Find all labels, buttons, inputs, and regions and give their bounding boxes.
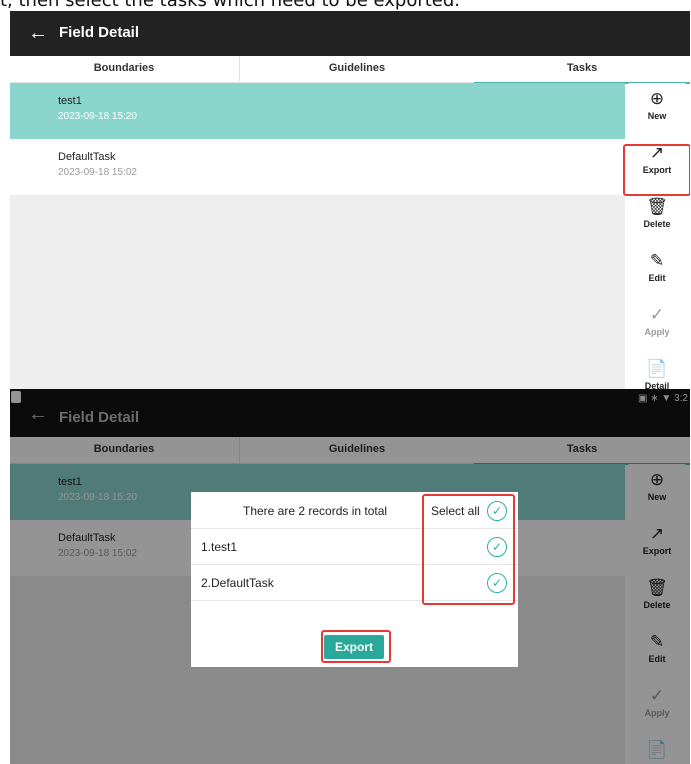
tab-tasks[interactable]: Tasks [474, 56, 690, 84]
tab-bar: Boundaries Guidelines Tasks [10, 56, 690, 84]
apply-label: Apply [644, 327, 670, 337]
list-empty-area [10, 195, 625, 389]
checkmark-icon: ✓ [649, 305, 665, 324]
instruction-caption: t, then select the tasks which need to b… [0, 0, 691, 10]
new-button[interactable]: ⊕ New [627, 83, 687, 133]
delete-button[interactable]: 🗑 Delete [627, 191, 687, 241]
trash-icon: 🗑 [646, 197, 668, 216]
detail-label: Detail [644, 381, 670, 389]
export-button-highlight-box [321, 630, 391, 663]
edit-button[interactable]: ✎ Edit [627, 245, 687, 295]
list-item[interactable]: DefaultTask 2023-09-18 15:02 [10, 139, 625, 195]
screen-export-dialog: ← Field Detail ▣ ∗ ▼ 3:2 Boundaries Guid… [10, 389, 690, 764]
checkbox-highlight-box [422, 494, 515, 605]
task-date: 2023-09-18 15:20 [58, 111, 137, 122]
task-name: test1 [58, 95, 82, 107]
tab-boundaries[interactable]: Boundaries [10, 56, 238, 82]
detail-button[interactable]: 📄 Detail [627, 353, 687, 389]
screen-field-detail: ← Field Detail Boundaries Guidelines Tas… [10, 11, 690, 389]
apply-button[interactable]: ✓ Apply [627, 299, 687, 349]
list-item[interactable]: test1 2023-09-18 15:20 [10, 83, 625, 139]
task-list: test1 2023-09-18 15:20 DefaultTask 2023-… [10, 83, 625, 195]
tab-guidelines[interactable]: Guidelines [239, 56, 474, 82]
export-highlight-box [623, 144, 690, 196]
edit-label: Edit [648, 273, 666, 283]
delete-label: Delete [643, 219, 671, 229]
document-icon: 📄 [646, 359, 668, 378]
task-date: 2023-09-18 15:02 [58, 167, 137, 178]
dialog-title: There are 2 records in total [243, 504, 388, 518]
record-name: 2.DefaultTask [201, 576, 274, 590]
add-circle-icon: ⊕ [649, 89, 665, 108]
page-title: Field Detail [59, 24, 140, 41]
task-name: DefaultTask [58, 151, 116, 163]
back-arrow-icon[interactable]: ← [28, 22, 48, 45]
edit-icon: ✎ [649, 251, 665, 270]
app-bar: ← Field Detail [10, 11, 690, 56]
record-name: 1.test1 [201, 540, 238, 554]
new-label: New [647, 111, 667, 121]
